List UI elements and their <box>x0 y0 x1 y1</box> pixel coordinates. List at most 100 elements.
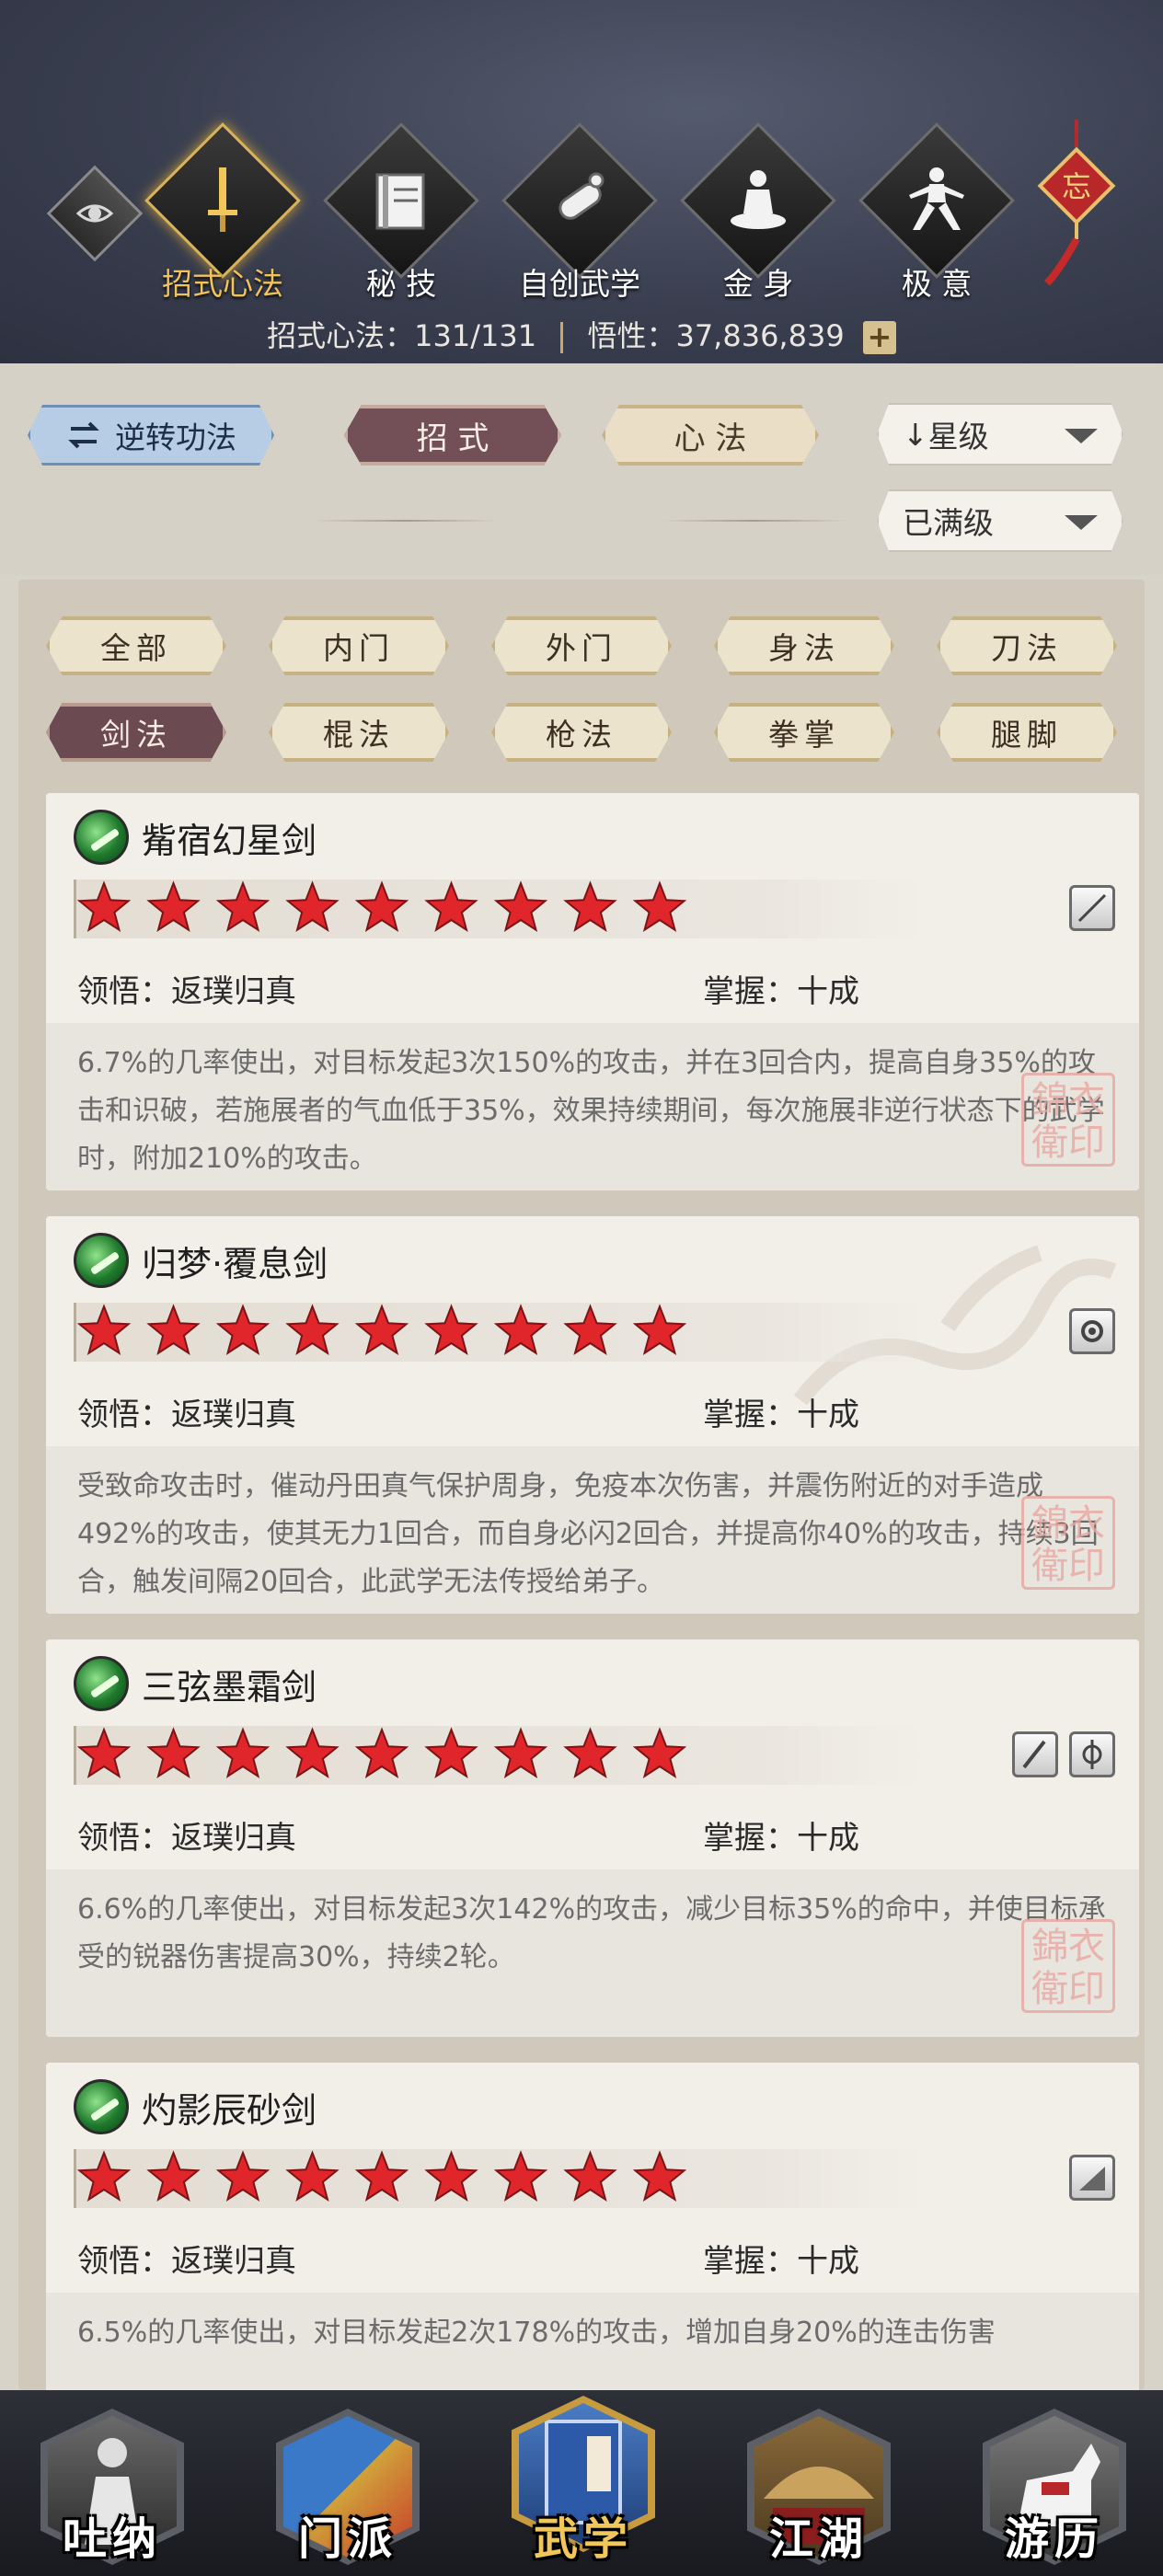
comprehension-value: 返璞归真 <box>171 973 296 1010</box>
skill-description-text: 6.6%的几率使出，对目标发起3次142%的攻击，减少目标35%的命中，并使目标… <box>77 1893 1106 1973</box>
red-star-icon <box>354 1304 409 1355</box>
chinese-knot-ornament[interactable]: 忘 <box>1034 120 1119 294</box>
comprehension-info: 领悟：返璞归真 <box>77 1389 296 1434</box>
skill-description: 6.5%的几率使出，对目标发起2次178%的攻击，增加自身20%的连击伤害 <box>46 2293 1139 2390</box>
chip-outer-sect[interactable]: 外门 <box>491 616 672 675</box>
red-star-icon <box>424 2150 478 2202</box>
skill-description: 6.7%的几率使出，对目标发起3次150%的攻击，并在3回合内，提高自身35%的… <box>46 1023 1139 1190</box>
nav-label: 门派 <box>297 2513 397 2565</box>
comprehension-label: 领悟： <box>77 2243 171 2280</box>
red-star-icon <box>632 880 687 932</box>
category-label: 金 身 <box>722 266 794 302</box>
nav-breathing[interactable]: 吐纳 <box>20 2409 204 2576</box>
phi-icon[interactable] <box>1069 1731 1115 1777</box>
red-star-icon <box>563 1727 617 1778</box>
comprehension-info: 领悟：返璞归真 <box>77 966 296 1011</box>
red-star-icon <box>215 1727 271 1778</box>
category-tab-moves-methods[interactable]: 招式心法 <box>132 122 313 304</box>
stars-svg <box>76 1727 687 1778</box>
nav-travel[interactable]: 游历 <box>962 2409 1146 2576</box>
red-star-icon <box>146 880 201 932</box>
bottom-navigation: 吐纳 门派 武学 江湖 游历 <box>0 2390 1163 2576</box>
sort-dropdown[interactable]: ↓ 星级 <box>877 403 1123 466</box>
category-tab-secret-skills[interactable]: 秘 技 <box>311 122 491 304</box>
chip-sword[interactable]: 剑法 <box>46 703 226 762</box>
moves-count-value: 131/131 <box>414 318 537 353</box>
nav-label: 武学 <box>533 2513 633 2565</box>
mastery-label: 掌握： <box>703 1397 797 1433</box>
reverse-skills-button[interactable]: 逆转功法 <box>28 405 274 466</box>
red-star-icon <box>76 1304 132 1355</box>
book-icon <box>375 173 425 230</box>
stars-svg <box>76 2150 687 2202</box>
red-star-icon <box>354 2150 409 2202</box>
blade-icon[interactable] <box>1012 1731 1058 1777</box>
tab-methods[interactable]: 心 法 <box>602 405 819 466</box>
nav-sect[interactable]: 门派 <box>256 2409 440 2576</box>
add-insight-button[interactable]: + <box>862 321 896 354</box>
skill-title-row: 归梦·覆息剑 <box>74 1231 328 1290</box>
red-star-icon <box>354 1727 409 1778</box>
stars-svg <box>76 880 687 932</box>
chip-spear[interactable]: 枪法 <box>491 703 672 762</box>
skill-name: 觜宿幻星剑 <box>142 820 317 861</box>
red-star-icon <box>563 1304 617 1355</box>
red-star-icon <box>354 880 409 932</box>
red-star-icon <box>146 2150 201 2202</box>
visibility-toggle-button[interactable] <box>46 165 144 262</box>
mastery-label: 掌握： <box>703 2243 797 2280</box>
comprehension-info: 领悟：返璞归真 <box>77 2236 296 2281</box>
red-star-icon <box>493 1304 548 1355</box>
reverse-skills-label: 逆转功法 <box>115 420 236 455</box>
chip-movement[interactable]: 身法 <box>714 616 894 675</box>
chip-all[interactable]: 全部 <box>46 616 226 675</box>
category-tab-ultimate-intent[interactable]: 极 意 <box>846 122 1027 304</box>
chip-fist-palm[interactable]: 拳掌 <box>714 703 894 762</box>
tab-moves[interactable]: 招 式 <box>344 405 561 466</box>
martial-pose-icon <box>909 167 964 230</box>
svg-text:忘: 忘 <box>1062 169 1091 204</box>
comprehension-label: 领悟： <box>77 1397 171 1433</box>
skill-card[interactable]: 三弦墨霜剑 领悟：返璞归真 掌握：十成 6.6%的几率使出，对目标发起3次142… <box>46 1639 1139 2037</box>
red-star-icon <box>493 1727 548 1778</box>
chip-staff[interactable]: 棍法 <box>269 703 449 762</box>
insight-label: 悟性： <box>587 318 676 353</box>
skill-list-panel[interactable]: 全部 内门 外门 身法 刀法 剑法 棍法 枪法 拳掌 腿脚 觜宿幻星剑 领悟：返… <box>18 580 1145 2390</box>
sort-dropdown-value: 星级 <box>927 419 989 454</box>
nav-jianghu[interactable]: 江湖 <box>727 2409 911 2576</box>
red-star-icon <box>76 880 132 932</box>
category-tab-self-created[interactable]: 自创武学 <box>489 122 670 304</box>
chevron-down-icon <box>1065 515 1098 530</box>
swap-arrows-icon <box>68 421 99 449</box>
mastery-label: 掌握： <box>703 973 797 1010</box>
red-star-icon <box>76 2150 132 2202</box>
chip-blade[interactable]: 刀法 <box>937 616 1117 675</box>
skill-title-row: 三弦墨霜剑 <box>74 1654 317 1713</box>
mastery-value: 十成 <box>797 973 859 1010</box>
comprehension-value: 返璞归真 <box>171 1820 296 1857</box>
red-star-icon <box>146 1304 201 1355</box>
progress-stats: 招式心法：131/131 悟性：37,836,839 + <box>0 313 1163 355</box>
skill-card[interactable]: 灼影辰砂剑 领悟：返璞归真 掌握：十成 6.5%的几率使出，对目标发起2次178… <box>46 2063 1139 2390</box>
star-rating <box>74 1303 929 1362</box>
skill-card[interactable]: 归梦·覆息剑 领悟：返璞归真 掌握：十成 受致命攻击时，催动丹田真气保护周身，免… <box>46 1216 1139 1614</box>
red-star-icon <box>563 2150 617 2202</box>
skill-description-text: 6.7%的几率使出，对目标发起3次150%的攻击，并在3回合内，提高自身35%的… <box>77 1047 1105 1175</box>
skill-card[interactable]: 觜宿幻星剑 领悟：返璞归真 掌握：十成 6.7%的几率使出，对目标发起3次150… <box>46 793 1139 1190</box>
nav-martial-arts[interactable]: 武学 <box>491 2396 675 2576</box>
decorative-divider <box>662 520 846 522</box>
chip-inner-sect[interactable]: 内门 <box>269 616 449 675</box>
mastery-value: 十成 <box>797 2243 859 2280</box>
slash-icon[interactable] <box>1069 885 1115 931</box>
level-filter-dropdown[interactable]: 已满级 <box>877 489 1123 552</box>
category-tab-golden-body[interactable]: 金 身 <box>668 122 848 304</box>
meditation-icon <box>731 170 786 229</box>
category-label: 秘 技 <box>365 266 437 302</box>
red-star-icon <box>632 2150 687 2202</box>
gear-icon[interactable] <box>1069 1308 1115 1354</box>
sword-slash-icon[interactable] <box>1069 2155 1115 2201</box>
red-star-icon <box>146 1727 201 1778</box>
skill-description: 受致命攻击时，催动丹田真气保护周身，免疫本次伤害，并震伤附近的对手造成492%的… <box>46 1446 1139 1614</box>
chip-leg[interactable]: 腿脚 <box>937 703 1117 762</box>
skill-description-text: 6.5%的几率使出，对目标发起2次178%的攻击，增加自身20%的连击伤害 <box>77 2317 996 2349</box>
